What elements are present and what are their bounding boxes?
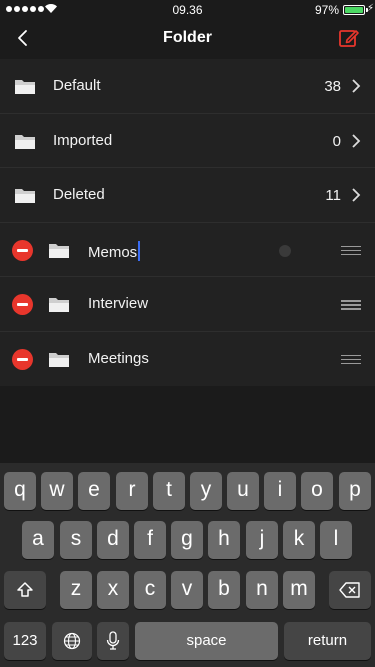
key-l[interactable]: l [320,521,352,559]
folder-list: Default 38 Imported 0 Deleted 11 Memos I… [0,59,375,386]
key-u[interactable]: u [227,472,259,510]
page-title: Folder [163,29,212,46]
key-y[interactable]: y [190,472,222,510]
space-key[interactable]: space [135,622,278,660]
folder-row-imported[interactable]: Imported 0 [0,114,375,168]
delete-folder-button[interactable] [12,348,33,370]
globe-key[interactable] [52,622,92,660]
folder-name-input[interactable]: Memos [88,240,141,261]
key-x[interactable]: x [97,571,129,609]
delete-folder-button[interactable] [12,239,33,261]
microphone-icon [106,631,120,650]
key-e[interactable]: e [78,472,110,510]
folder-row-interview: Interview [0,277,375,332]
chevron-right-icon [352,188,361,202]
key-q[interactable]: q [4,472,36,510]
shift-key[interactable] [4,571,46,609]
folder-name: Deleted [53,186,105,203]
key-g[interactable]: g [171,521,203,559]
folder-count: 38 [324,78,341,95]
folder-icon [15,134,35,149]
battery-icon [343,5,365,15]
key-p[interactable]: p [339,472,371,510]
folder-icon [15,189,35,203]
chevron-right-icon [352,133,361,148]
status-bar: 09.36 97% ⚡ [0,0,375,20]
key-n[interactable]: n [246,571,278,609]
folder-name: Imported [53,131,113,149]
reorder-handle-icon[interactable] [341,354,361,365]
key-z[interactable]: z [60,571,92,609]
nav-bar: Folder [0,20,375,58]
key-s[interactable]: s [60,521,92,559]
charging-icon: ⚡ [366,3,374,14]
folder-icon [49,352,69,367]
shift-icon [17,582,33,597]
reorder-handle-icon[interactable] [341,245,361,256]
numbers-key[interactable]: 123 [4,622,46,660]
folder-row-deleted[interactable]: Deleted 11 [0,168,375,223]
clear-text-icon[interactable] [279,244,291,257]
backspace-key[interactable] [329,571,371,609]
folder-count: 0 [332,132,341,150]
battery-percent: 97% [314,3,339,17]
key-w[interactable]: w [41,472,73,510]
folder-name: Default [53,77,101,94]
folder-icon [15,80,35,94]
backspace-icon [339,582,360,598]
key-t[interactable]: t [153,472,185,510]
folder-name[interactable]: Interview [88,295,148,312]
return-key[interactable]: return [284,622,371,660]
dictation-key[interactable] [97,622,129,660]
key-m[interactable]: m [283,571,315,609]
key-i[interactable]: i [264,472,296,510]
folder-row-default[interactable]: Default 38 [0,59,375,114]
key-h[interactable]: h [208,521,240,559]
folder-count: 11 [325,187,341,204]
key-a[interactable]: a [22,521,54,559]
folder-icon [49,298,69,312]
globe-icon [63,632,81,650]
edit-icon[interactable] [337,26,361,50]
key-v[interactable]: v [171,571,203,609]
folder-name[interactable]: Meetings [88,350,149,367]
key-o[interactable]: o [301,472,333,510]
folder-row-meetings: Meetings [0,332,375,387]
key-b[interactable]: b [208,571,240,609]
key-r[interactable]: r [116,472,148,510]
key-j[interactable]: j [246,521,278,559]
folder-icon [49,243,69,258]
key-k[interactable]: k [283,521,315,559]
reorder-handle-icon[interactable] [341,300,361,310]
delete-folder-button[interactable] [12,294,33,315]
keyboard: q w e r t y u i o p a s d f g h j k l z … [0,463,375,667]
key-c[interactable]: c [134,571,166,609]
folder-row-memos: Memos [0,223,375,277]
chevron-right-icon [352,79,361,93]
key-d[interactable]: d [97,521,129,559]
key-f[interactable]: f [134,521,166,559]
text-caret [138,240,141,261]
